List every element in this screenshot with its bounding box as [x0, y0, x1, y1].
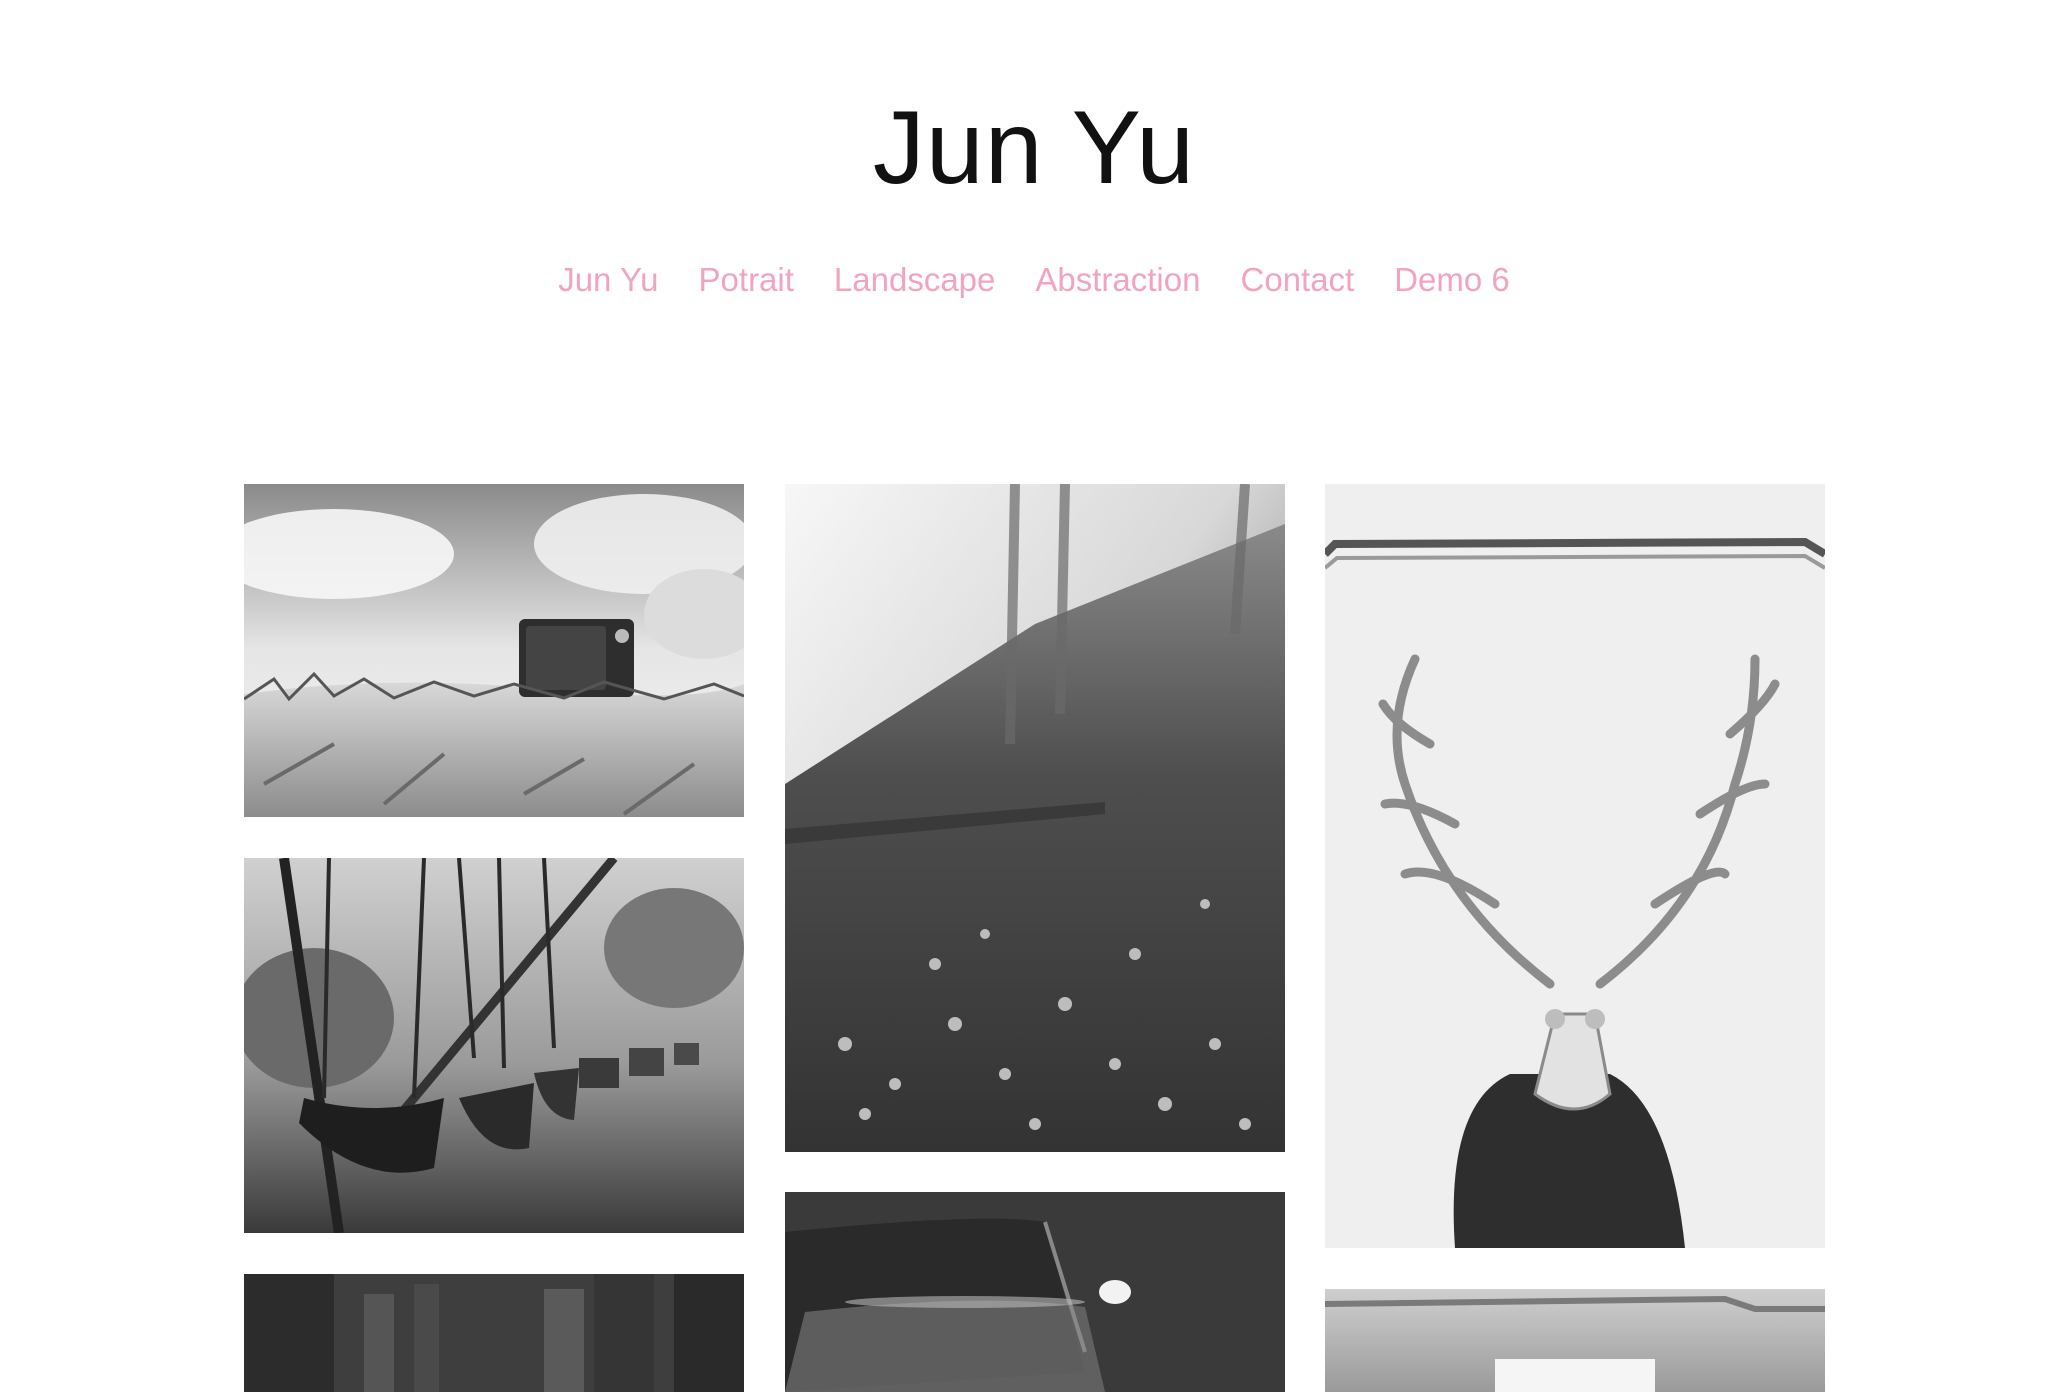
- nav-link-demo-6[interactable]: Demo 6: [1394, 260, 1510, 300]
- gallery-image-car-at-night[interactable]: [785, 1192, 1285, 1392]
- site-title: Jun Yu: [872, 90, 1196, 206]
- main-nav: Jun Yu Potrait Landscape Abstraction Con…: [0, 260, 2068, 300]
- deer-skull-figure-photo: [1325, 484, 1825, 1248]
- nav-link-landscape[interactable]: Landscape: [834, 260, 995, 300]
- nav-link-abstraction[interactable]: Abstraction: [1035, 260, 1200, 300]
- nav-link-potrait[interactable]: Potrait: [699, 260, 794, 300]
- bright-interior-photo: [1325, 1289, 1825, 1392]
- dark-hallway-photo: [244, 1274, 744, 1392]
- nav-link-contact[interactable]: Contact: [1240, 260, 1354, 300]
- gallery-image-deer-skull-figure[interactable]: [1325, 484, 1825, 1248]
- foggy-forest-photo: [785, 484, 1285, 1152]
- car-at-night-photo: [785, 1192, 1285, 1392]
- playground-swings-photo: [244, 858, 744, 1233]
- tv-on-dune-photo: [244, 484, 744, 817]
- gallery-image-tv-on-dune[interactable]: [244, 484, 744, 817]
- nav-link-jun-yu[interactable]: Jun Yu: [558, 260, 658, 300]
- gallery-image-bright-interior[interactable]: [1325, 1289, 1825, 1392]
- gallery-image-playground-swings[interactable]: [244, 858, 744, 1233]
- gallery-image-foggy-forest[interactable]: [785, 484, 1285, 1152]
- gallery-image-dark-hallway[interactable]: [244, 1274, 744, 1392]
